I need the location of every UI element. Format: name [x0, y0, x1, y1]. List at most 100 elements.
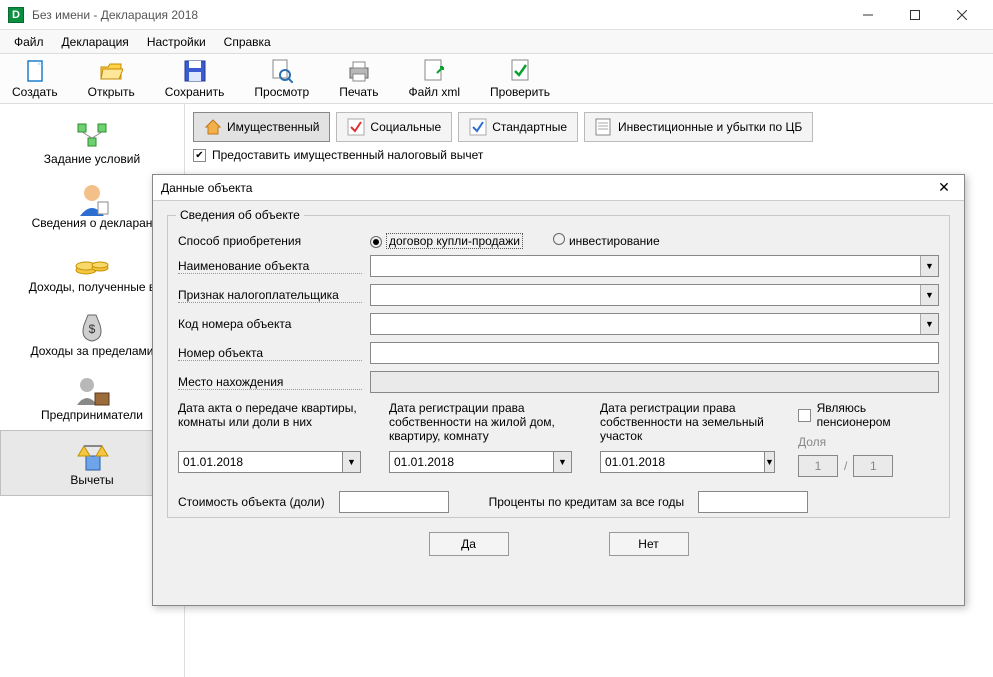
toolbar-save[interactable]: Сохранить	[163, 57, 227, 101]
sidebar-label: Доходы, полученные в	[29, 280, 155, 294]
location-label: Место нахождения	[178, 375, 362, 390]
checkbox-icon: ✔	[193, 149, 206, 162]
tab-label: Инвестиционные и убытки по ЦБ	[618, 120, 802, 134]
chevron-down-icon: ▼	[920, 285, 938, 305]
provide-label: Предоставить имущественный налоговый выч…	[212, 148, 483, 162]
object-dialog: Данные объекта ✕ Сведения об объекте Спо…	[152, 174, 965, 606]
business-icon	[70, 374, 114, 408]
tab-social[interactable]: Социальные	[336, 112, 452, 142]
toolbar-check-label: Проверить	[490, 85, 550, 99]
date-reg-house-input[interactable]: ▼	[389, 451, 572, 473]
deductions-icon	[70, 439, 114, 473]
new-icon	[23, 59, 47, 83]
close-button[interactable]	[939, 0, 985, 30]
date-reg-land-input[interactable]: ▼	[600, 451, 770, 473]
chevron-down-icon: ▼	[920, 314, 938, 334]
window-title: Без имени - Декларация 2018	[32, 8, 845, 22]
toolbar-preview[interactable]: Просмотр	[252, 57, 311, 101]
date-act-field[interactable]	[178, 451, 343, 473]
toolbar-open-label: Открыть	[88, 85, 135, 99]
menu-settings[interactable]: Настройки	[139, 32, 214, 52]
toolbar-xml-label: Файл xml	[409, 85, 461, 99]
doc-icon	[595, 118, 613, 136]
date-reg-house-field[interactable]	[389, 451, 554, 473]
app-icon: D	[8, 7, 24, 23]
menubar: Файл Декларация Настройки Справка	[0, 30, 993, 54]
credit-label: Проценты по кредитам за все годы	[489, 495, 685, 509]
tab-invest[interactable]: Инвестиционные и убытки по ЦБ	[584, 112, 813, 142]
coins-icon	[70, 246, 114, 280]
toolbar-new[interactable]: Создать	[10, 57, 60, 101]
share-denominator	[853, 455, 893, 477]
toolbar-save-label: Сохранить	[165, 85, 225, 99]
code-number-label: Код номера объекта	[178, 317, 362, 331]
dialog-title-text: Данные объекта	[161, 181, 932, 195]
object-name-label: Наименование объекта	[178, 259, 362, 274]
svg-text:$: $	[89, 322, 96, 336]
moneybag-icon: $	[70, 310, 114, 344]
credit-input[interactable]	[698, 491, 808, 513]
object-name-combo[interactable]: ▼	[370, 255, 939, 277]
taxpayer-combo[interactable]: ▼	[370, 284, 939, 306]
toolbar-check[interactable]: Проверить	[488, 57, 552, 101]
date-act-input[interactable]: ▼	[178, 451, 361, 473]
radio-contract[interactable]: договор купли-продажи	[370, 234, 523, 248]
sidebar-label: Задание условий	[44, 152, 140, 166]
cost-input[interactable]	[339, 491, 449, 513]
toolbar-new-label: Создать	[12, 85, 58, 99]
sidebar-label: Предприниматели	[41, 408, 143, 422]
titlebar: D Без имени - Декларация 2018	[0, 0, 993, 30]
check-icon	[508, 59, 532, 83]
date-act-label: Дата акта о передаче квартиры, комнаты и…	[178, 401, 361, 445]
radio-icon	[553, 233, 565, 245]
tab-label: Имущественный	[227, 120, 319, 134]
tab-property[interactable]: Имущественный	[193, 112, 330, 142]
toolbar-preview-label: Просмотр	[254, 85, 309, 99]
object-number-label: Номер объекта	[178, 346, 362, 361]
tick-red-icon	[347, 118, 365, 136]
dialog-close-button[interactable]: ✕	[932, 178, 956, 198]
pensioner-checkbox[interactable]: Являюсь пенсионером	[798, 401, 939, 429]
menu-declaration[interactable]: Декларация	[54, 32, 137, 52]
preview-icon	[270, 59, 294, 83]
open-icon	[99, 59, 123, 83]
tab-standard[interactable]: Стандартные	[458, 112, 578, 142]
menu-help[interactable]: Справка	[216, 32, 279, 52]
person-icon	[70, 182, 114, 216]
print-icon	[347, 59, 371, 83]
cost-label: Стоимость объекта (доли)	[178, 495, 325, 509]
toolbar: Создать Открыть Сохранить Просмотр Печат…	[0, 54, 993, 104]
xml-icon	[422, 59, 446, 83]
toolbar-print[interactable]: Печать	[337, 57, 380, 101]
tick-blue-icon	[469, 118, 487, 136]
date-reg-land-field[interactable]	[600, 451, 765, 473]
chevron-down-icon: ▼	[920, 256, 938, 276]
code-number-combo[interactable]: ▼	[370, 313, 939, 335]
method-label: Способ приобретения	[178, 234, 362, 248]
radio-invest[interactable]: инвестирование	[553, 233, 660, 248]
toolbar-open[interactable]: Открыть	[86, 57, 137, 101]
maximize-button[interactable]	[892, 0, 938, 30]
yes-button[interactable]: Да	[429, 532, 509, 556]
location-input	[370, 371, 939, 393]
radio-icon	[370, 236, 382, 248]
toolbar-print-label: Печать	[339, 85, 378, 99]
sidebar-label: Сведения о декларан	[32, 216, 153, 230]
share-numerator	[798, 455, 838, 477]
toolbar-xml[interactable]: Файл xml	[407, 57, 463, 101]
save-icon	[183, 59, 207, 83]
object-number-input[interactable]	[370, 342, 939, 364]
no-button[interactable]: Нет	[609, 532, 689, 556]
share-label: Доля	[798, 435, 939, 449]
sidebar-label: Доходы за пределами	[30, 344, 153, 358]
sidebar-item-conditions[interactable]: Задание условий	[0, 110, 184, 174]
menu-file[interactable]: Файл	[6, 32, 52, 52]
house-icon	[204, 118, 222, 136]
tab-label: Социальные	[370, 120, 441, 134]
minimize-button[interactable]	[845, 0, 891, 30]
tab-label: Стандартные	[492, 120, 567, 134]
checkbox-icon	[798, 409, 811, 422]
object-info-groupbox: Сведения об объекте Способ приобретения …	[167, 215, 950, 518]
provide-checkbox-row[interactable]: ✔ Предоставить имущественный налоговый в…	[193, 148, 985, 162]
date-reg-land-label: Дата регистрации права собственности на …	[600, 401, 770, 445]
